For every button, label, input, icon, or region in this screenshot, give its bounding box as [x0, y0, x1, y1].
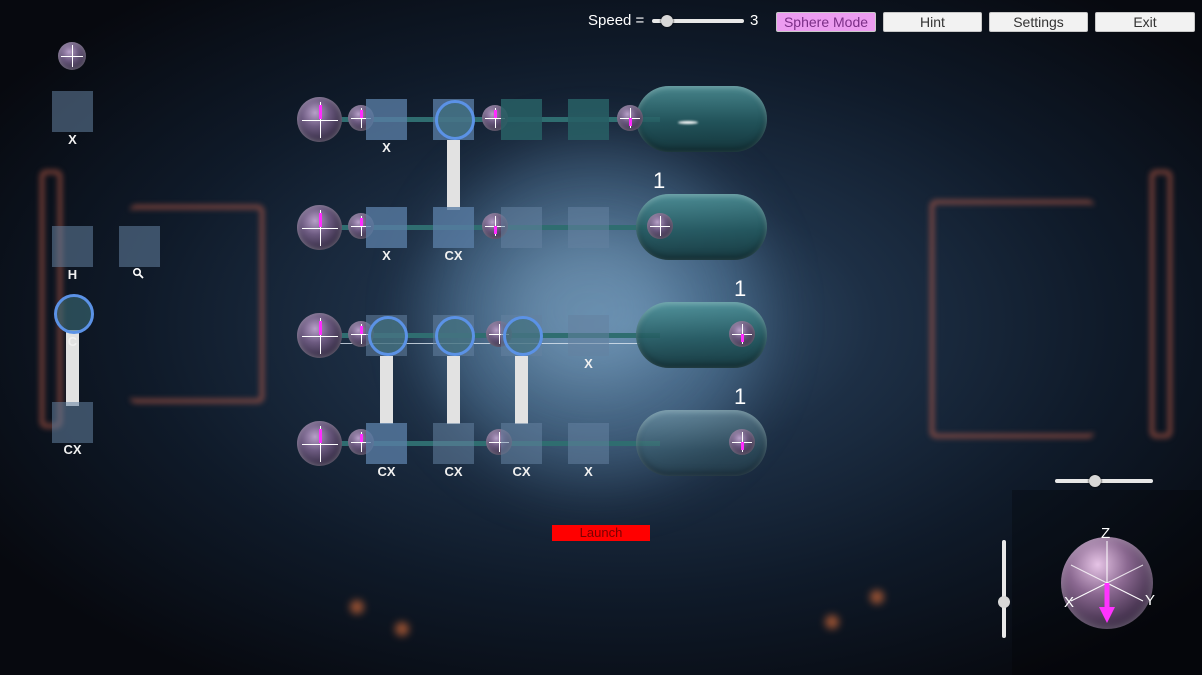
gate-x[interactable] [366, 207, 407, 248]
gate-cx[interactable] [366, 423, 407, 464]
gate-cx[interactable] [433, 207, 474, 248]
bloch-sphere[interactable] [1061, 537, 1153, 629]
bloch-x-label: X [1064, 594, 1075, 611]
bloch-sphere-icon [647, 213, 673, 239]
gate-x[interactable] [568, 423, 609, 464]
measurement-count: 1 [734, 384, 747, 409]
speed-value: 3 [750, 12, 759, 29]
measurement-capsule-1 [636, 86, 767, 152]
background-light [350, 600, 364, 614]
palette-h-gate-label: H [67, 267, 78, 282]
speed-slider-knob[interactable] [661, 15, 674, 27]
gate-label: CX [444, 248, 463, 263]
sphere-mode-button[interactable]: Sphere Mode [776, 12, 876, 32]
palette-h-gate[interactable] [52, 226, 93, 267]
gate-slot[interactable] [501, 99, 542, 140]
exit-button[interactable]: Exit [1095, 12, 1195, 32]
bloch-axes-icon [1070, 541, 1144, 623]
speed-label: Speed = [588, 12, 645, 29]
palette-x-gate[interactable] [52, 91, 93, 132]
bloch-y-label: Y [1145, 592, 1156, 609]
background-neon [930, 200, 1094, 438]
control-dot[interactable] [435, 100, 475, 140]
cx-connector [515, 356, 528, 424]
gate-slot[interactable] [568, 207, 609, 248]
cx-connector [447, 356, 460, 424]
bloch-sphere-icon [617, 105, 643, 131]
launch-button[interactable]: Launch [552, 525, 650, 541]
palette-cx-gate[interactable] [52, 402, 93, 443]
gate-label: CX [377, 464, 396, 479]
bloch-sphere-icon [729, 429, 755, 455]
hint-button[interactable]: Hint [883, 12, 982, 32]
measurement-count: 1 [653, 168, 666, 193]
magnifier-icon [132, 266, 144, 279]
gate-cx[interactable] [433, 423, 474, 464]
qubit-input-sphere-1[interactable] [297, 97, 342, 142]
gate-slot[interactable] [501, 207, 542, 248]
gate-x[interactable] [568, 315, 609, 356]
control-dot[interactable] [368, 316, 408, 356]
control-dot[interactable] [503, 316, 543, 356]
background-light [870, 590, 884, 604]
background-neon [40, 170, 62, 428]
control-dot[interactable] [435, 316, 475, 356]
capsule-highlight [678, 121, 698, 124]
gate-slot[interactable] [568, 99, 609, 140]
settings-button[interactable]: Settings [989, 12, 1088, 32]
bloch-sphere-icon [729, 321, 755, 347]
slider-knob[interactable] [998, 596, 1010, 608]
rotation-slider-vertical[interactable] [998, 540, 1010, 638]
qubit-input-sphere-3[interactable] [297, 313, 342, 358]
gate-x[interactable] [366, 99, 407, 140]
palette-bloch-sphere-icon [58, 42, 86, 70]
gate-cx[interactable] [501, 423, 542, 464]
qubit-input-sphere-2[interactable] [297, 205, 342, 250]
background-light [395, 622, 409, 636]
palette-x-gate-label: X [68, 132, 77, 147]
palette-cx-gate-label: CX [63, 442, 82, 457]
gate-label: X [382, 248, 391, 263]
gate-label: CX [444, 464, 463, 479]
gate-label: X [584, 464, 593, 479]
background-light [825, 615, 839, 629]
slider-knob[interactable] [1089, 475, 1101, 487]
speed-slider[interactable] [652, 15, 744, 27]
background-neon [1150, 170, 1172, 438]
gate-label: X [584, 356, 593, 371]
rotation-slider-horizontal[interactable] [1055, 475, 1153, 487]
cx-connector [447, 140, 460, 210]
cx-connector [380, 356, 393, 424]
palette-measure-gate[interactable] [119, 226, 160, 267]
measurement-count: 1 [734, 276, 747, 301]
bloch-z-label: Z [1101, 525, 1111, 542]
gate-label: CX [512, 464, 531, 479]
palette-control-dot[interactable] [54, 294, 94, 334]
gate-label: X [382, 140, 391, 155]
qubit-input-sphere-4[interactable] [297, 421, 342, 466]
palette-control-label: C [67, 334, 78, 349]
